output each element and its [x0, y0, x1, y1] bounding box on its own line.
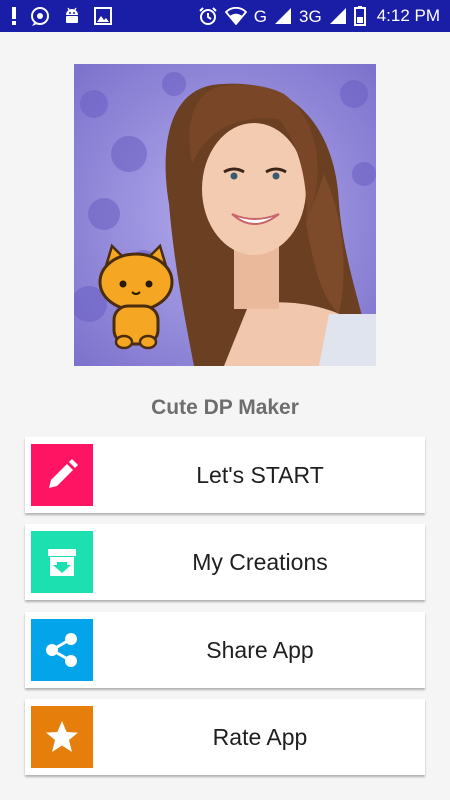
- alarm-icon: [198, 6, 218, 26]
- status-bar-right: G 3G 4:12 PM: [198, 6, 440, 26]
- status-bar-left: [10, 6, 112, 26]
- lets-start-label: Let's START: [196, 461, 324, 488]
- app-title: Cute DP Maker: [151, 396, 299, 419]
- sample-dp-image: [74, 64, 376, 366]
- pencil-icon: [31, 444, 93, 506]
- star-icon: [31, 706, 93, 768]
- share-app-button[interactable]: Share App: [25, 612, 425, 688]
- status-time: 4:12 PM: [376, 6, 440, 25]
- image-icon: [94, 7, 112, 25]
- my-creations-label: My Creations: [192, 548, 328, 575]
- signal-2-icon: [329, 7, 347, 25]
- archive-download-icon: [31, 531, 93, 593]
- signal-icon: [274, 7, 292, 25]
- status-bar: G 3G 4:12 PM: [0, 0, 450, 32]
- rate-app-button[interactable]: Rate App: [25, 699, 425, 775]
- wifi-icon: [224, 7, 247, 25]
- share-icon: [31, 619, 93, 681]
- battery-icon: [353, 6, 366, 26]
- android-icon: [62, 6, 82, 26]
- rate-app-label: Rate App: [212, 723, 308, 750]
- my-creations-button[interactable]: My Creations: [25, 524, 425, 600]
- exclamation-icon: [10, 6, 18, 26]
- chat-settings-icon: [30, 6, 50, 26]
- network-type-3g-label: 3G: [299, 6, 322, 26]
- network-type-label: G: [253, 6, 267, 26]
- share-app-label: Share App: [206, 636, 314, 663]
- lets-start-button[interactable]: Let's START: [25, 437, 425, 513]
